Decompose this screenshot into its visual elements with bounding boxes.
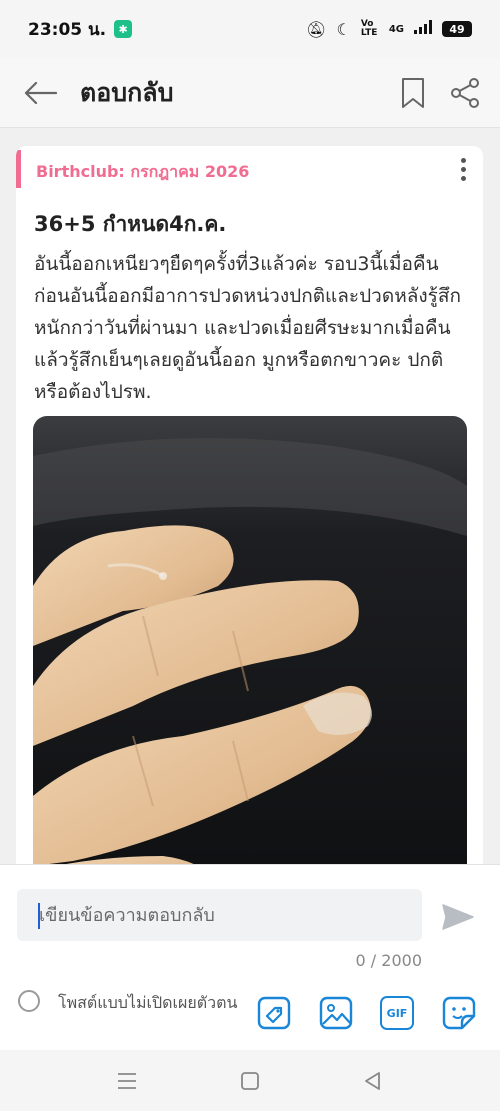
anonymous-label[interactable]: โพสต์แบบไม่เปิดเผยตัวตน — [58, 991, 237, 1016]
anonymous-radio[interactable] — [18, 990, 40, 1012]
menu-icon — [118, 1073, 136, 1089]
more-options-button[interactable] — [453, 154, 473, 184]
app-bar: ตอบกลับ — [0, 58, 500, 128]
share-button[interactable] — [448, 73, 482, 113]
mute-icon: 🔕︎ — [306, 19, 327, 39]
group-label[interactable]: Birthclub: กรกฎาคม 2026 — [36, 160, 249, 185]
battery-icon: 49 — [442, 21, 472, 37]
image-icon — [319, 996, 353, 1030]
gif-label: GIF — [386, 1006, 408, 1020]
reply-panel: 0 / 2000 โพสต์แบบไม่เปิดเผยตัวตน GIF — [0, 864, 500, 1050]
send-button[interactable] — [440, 901, 476, 933]
triangle-back-icon — [365, 1072, 380, 1090]
page-title: ตอบกลับ — [80, 77, 174, 107]
status-icons: 🔕︎ ☾ Vo LTE 4G 49 — [306, 20, 472, 39]
status-time: 23:05 น. — [28, 19, 107, 40]
hand-photo — [33, 416, 467, 864]
tag-button[interactable] — [256, 995, 292, 1031]
home-square-icon — [241, 1072, 259, 1090]
signal-icon — [414, 20, 432, 38]
share-icon — [451, 77, 479, 108]
sticker-button[interactable] — [441, 995, 477, 1031]
moon-icon: ☾ — [336, 19, 351, 39]
home-button[interactable] — [237, 1068, 263, 1094]
image-button[interactable] — [318, 995, 354, 1031]
gif-icon: GIF — [380, 996, 414, 1030]
content-area[interactable]: Birthclub: กรกฎาคม 2026 36+5 กำหนด4ก.ค. … — [0, 128, 500, 864]
post-body: อันนี้ออกเหนียวๆยืดๆครั้งที่3แล้วค่ะ รอบ… — [34, 253, 461, 403]
group-header: Birthclub: กรกฎาคม 2026 — [16, 146, 483, 192]
send-icon — [442, 904, 474, 930]
text-caret — [38, 903, 40, 929]
reply-input[interactable] — [17, 889, 422, 941]
bookmark-button[interactable] — [396, 73, 430, 113]
char-count: 0 / 2000 — [355, 951, 422, 970]
back-button[interactable] — [0, 58, 80, 128]
system-back-button[interactable] — [360, 1068, 386, 1094]
tag-icon — [257, 996, 291, 1030]
network-indicator: 4G — [388, 23, 404, 35]
system-nav-bar — [0, 1050, 500, 1111]
post-title: 36+5 กำหนด4ก.ค. — [34, 212, 227, 236]
more-vertical-icon — [460, 157, 466, 163]
post-card: Birthclub: กรกฎาคม 2026 36+5 กำหนด4ก.ค. … — [16, 146, 483, 864]
sticker-icon — [442, 996, 476, 1030]
group-accent-bar — [16, 150, 21, 188]
volte-indicator: Vo LTE — [360, 19, 378, 38]
post-photo[interactable] — [33, 416, 467, 864]
bookmark-icon — [402, 77, 424, 108]
status-bar: 23:05 น. ✱ 🔕︎ ☾ Vo LTE 4G 49 — [0, 0, 500, 58]
fitness-app-icon: ✱ — [114, 20, 133, 38]
recents-button[interactable] — [114, 1068, 140, 1094]
gif-button[interactable]: GIF — [379, 995, 415, 1031]
arrow-left-icon — [24, 81, 57, 104]
